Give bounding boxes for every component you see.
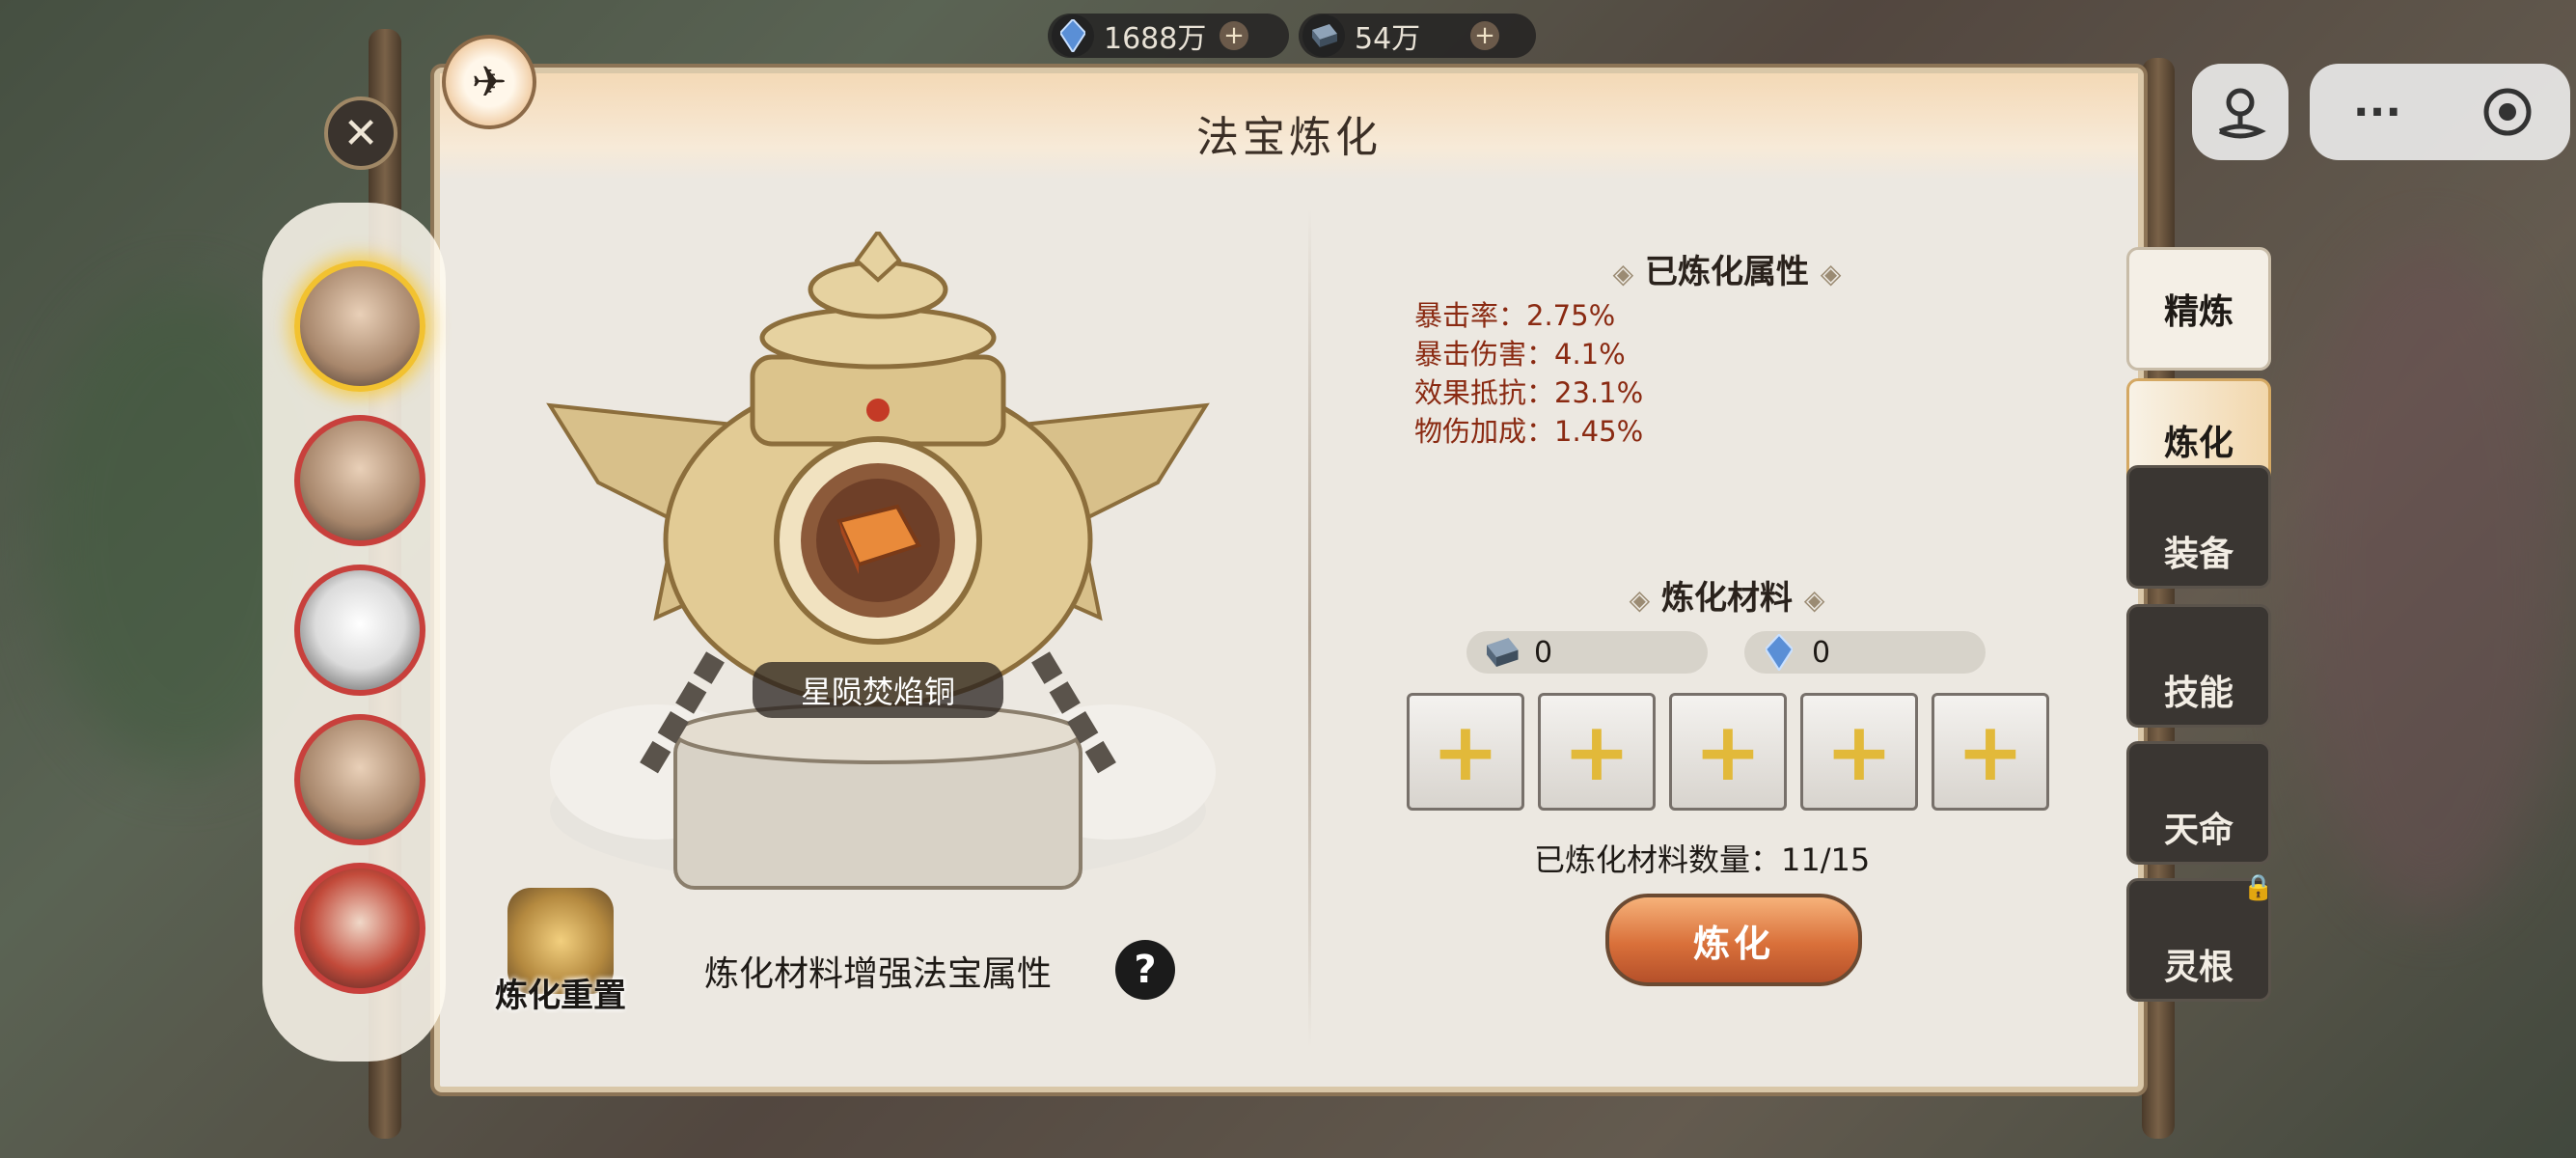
attr-row: 物伤加成：1.45% [1414,409,1643,450]
panel-header: 法宝炼化 [440,73,2138,179]
tab-spirit-root-label: 灵根 [2163,948,2233,987]
iron-ingot-icon [1302,14,1345,57]
blue-crystal-icon [1052,14,1094,57]
plus-icon: + [1431,704,1500,799]
plus-icon: + [1693,704,1763,799]
material-slot[interactable]: + [1407,693,1524,811]
character-avatar[interactable] [294,714,425,845]
character-avatar[interactable] [294,261,425,392]
material-slot[interactable]: + [1932,693,2049,811]
attr-row: 效果抵抗：23.1% [1414,371,1643,411]
attr-value: 1.45% [1554,415,1644,448]
lock-icon: 🔒 [2242,873,2274,902]
more-icon: ··· [2352,87,2402,137]
currency-spirit-stone: 1688万 + [1048,14,1289,58]
currency-refine-iron: 54万 + [1299,14,1536,58]
question-icon: ? [1134,948,1157,992]
blue-crystal-icon [1758,634,1800,671]
crystal-count-value: 0 [1812,635,1831,670]
materials-title: 炼化材料 [1661,579,1793,618]
character-avatar[interactable] [294,565,425,696]
tab-destiny[interactable]: 天命 [2126,741,2271,865]
plus-icon: + [1824,704,1894,799]
treasure-name: 星陨焚焰铜 [753,662,1003,718]
refined-attrs-heading: ◈ 已炼化属性 ◈ [1573,245,1881,292]
tab-equipment[interactable]: 装备 [2126,465,2271,589]
character-avatar[interactable] [294,415,425,546]
close-icon: ✕ [343,108,379,158]
refine-reset-button[interactable]: 炼化重置 [488,888,633,1016]
help-button[interactable]: ? [1115,940,1175,1000]
attr-name: 效果抵抗： [1414,376,1555,409]
attr-value: 23.1% [1554,376,1644,409]
attr-value: 2.75% [1526,299,1616,332]
attr-value: 4.1% [1554,338,1626,371]
refined-attrs-title: 已炼化属性 [1645,253,1809,291]
currency-value: 54万 [1355,22,1421,56]
refined-count: 已炼化材料数量：11/15 [1534,836,1870,880]
more-menu-button[interactable]: ··· [2310,64,2445,160]
plus-icon: + [1956,704,2025,799]
attr-name: 物伤加成： [1414,415,1555,448]
panel-divider [1308,208,1311,1048]
tab-spirit-root[interactable]: 灵根 🔒 [2126,873,2274,1002]
crystal-material-count: 0 [1744,631,1986,674]
close-button[interactable]: ✕ [324,96,397,170]
materials-heading: ◈ 炼化材料 ◈ [1592,571,1862,619]
cat-mascot-icon: ✈ [442,35,536,129]
material-slot[interactable]: + [1669,693,1787,811]
ornament-icon: ◈ [1629,584,1651,616]
iron-count-value: 0 [1534,635,1553,670]
attr-row: 暴击伤害：4.1% [1414,332,1626,372]
ornament-icon: ◈ [1803,584,1825,616]
attr-name: 暴击率： [1414,299,1527,332]
iron-material-count: 0 [1466,631,1708,674]
material-slot[interactable]: + [1800,693,1918,811]
material-slot[interactable]: + [1538,693,1656,811]
ornament-icon: ◈ [1612,258,1634,290]
page-title: 法宝炼化 [1196,113,1382,162]
target-circle-icon [2483,88,2532,136]
add-currency-button[interactable]: + [1219,21,1248,50]
treasure-cauldron-illustration [546,232,1216,890]
attr-row: 暴击率：2.75% [1414,293,1615,334]
tab-skills[interactable]: 技能 [2126,604,2271,728]
plus-icon: + [1562,704,1631,799]
character-avatar[interactable] [294,863,425,994]
location-button[interactable] [2192,64,2288,160]
refined-count-value: 11/15 [1781,841,1871,878]
location-pin-icon [2218,88,2266,139]
background-scenery [2296,241,2566,917]
add-currency-button[interactable]: + [1470,21,1499,50]
attr-name: 暴击伤害： [1414,338,1555,371]
character-list [262,203,446,1062]
refined-count-label: 已炼化材料数量： [1534,841,1782,878]
tab-refine[interactable]: 精炼 [2126,247,2271,371]
iron-ingot-icon [1480,635,1522,670]
refine-button[interactable]: 炼化 [1605,894,1862,986]
close-miniprogram-button[interactable] [2445,64,2570,160]
currency-value: 1688万 [1104,22,1207,56]
refine-hint-text: 炼化材料增强法宝属性 [704,954,1053,994]
reset-label: 炼化重置 [495,977,626,1015]
ornament-icon: ◈ [1820,258,1842,290]
